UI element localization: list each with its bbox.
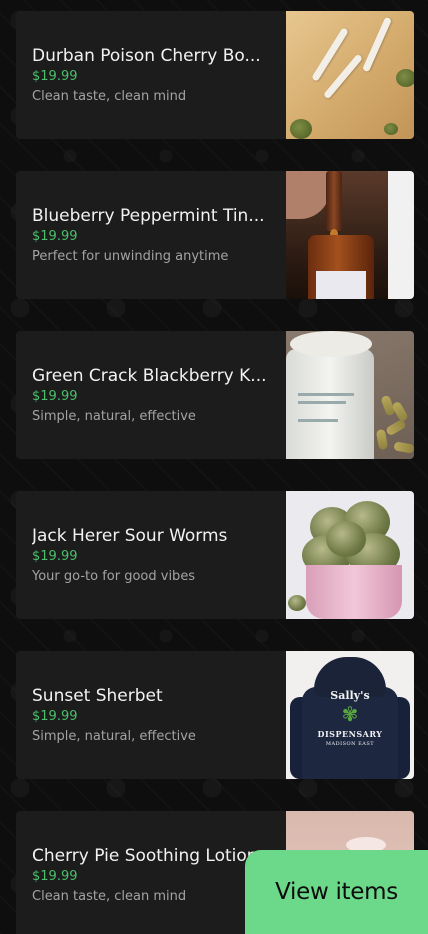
product-price: $19.99 [32,228,78,244]
product-card[interactable]: Blueberry Peppermint Tin... $19.99 Perfe… [16,171,414,299]
product-list: Durban Poison Cherry Bo... $19.99 Clean … [16,11,414,934]
product-price: $19.99 [32,548,78,564]
view-items-button[interactable]: View items [245,850,428,934]
product-image-joints[interactable] [286,11,414,139]
product-image-hoodie[interactable]: Sally's ✾ DISPENSARY MADISON EAST [286,651,414,779]
product-tagline: Simple, natural, effective [32,408,196,424]
product-tagline: Clean taste, clean mind [32,888,187,904]
hoodie-print-name: Sally's [330,689,370,702]
view-items-label: View items [275,879,398,905]
product-tagline: Perfect for unwinding anytime [32,248,229,264]
product-image-buds[interactable] [286,491,414,619]
product-image-tincture[interactable] [286,171,414,299]
product-info: Green Crack Blackberry K... $19.99 Simpl… [16,331,286,459]
product-info: Sunset Sherbet $19.99 Simple, natural, e… [16,651,286,779]
product-price: $19.99 [32,68,78,84]
product-name: Cherry Pie Soothing Lotion [32,845,258,866]
hoodie-print-location: MADISON EAST [325,741,375,747]
product-tagline: Clean taste, clean mind [32,88,187,104]
product-price: $19.99 [32,388,78,404]
product-name: Durban Poison Cherry Bo... [32,45,261,66]
hoodie-print-store: DISPENSARY [317,729,383,739]
product-image-capsules[interactable] [286,331,414,459]
product-info: Jack Herer Sour Worms $19.99 Your go-to … [16,491,286,619]
product-name: Green Crack Blackberry K... [32,365,267,386]
product-price: $19.99 [32,868,78,884]
product-name: Sunset Sherbet [32,685,163,706]
product-tagline: Simple, natural, effective [32,728,196,744]
cannabis-leaf-icon: ✾ [341,702,359,726]
product-card[interactable]: Durban Poison Cherry Bo... $19.99 Clean … [16,11,414,139]
product-list-screen: Durban Poison Cherry Bo... $19.99 Clean … [0,0,428,934]
product-card[interactable]: Jack Herer Sour Worms $19.99 Your go-to … [16,491,414,619]
product-tagline: Your go-to for good vibes [32,568,196,584]
product-card[interactable]: Sunset Sherbet $19.99 Simple, natural, e… [16,651,414,779]
product-info: Blueberry Peppermint Tin... $19.99 Perfe… [16,171,286,299]
product-name: Jack Herer Sour Worms [32,525,228,546]
product-name: Blueberry Peppermint Tin... [32,205,265,226]
product-info: Durban Poison Cherry Bo... $19.99 Clean … [16,11,286,139]
product-price: $19.99 [32,708,78,724]
product-card[interactable]: Green Crack Blackberry K... $19.99 Simpl… [16,331,414,459]
